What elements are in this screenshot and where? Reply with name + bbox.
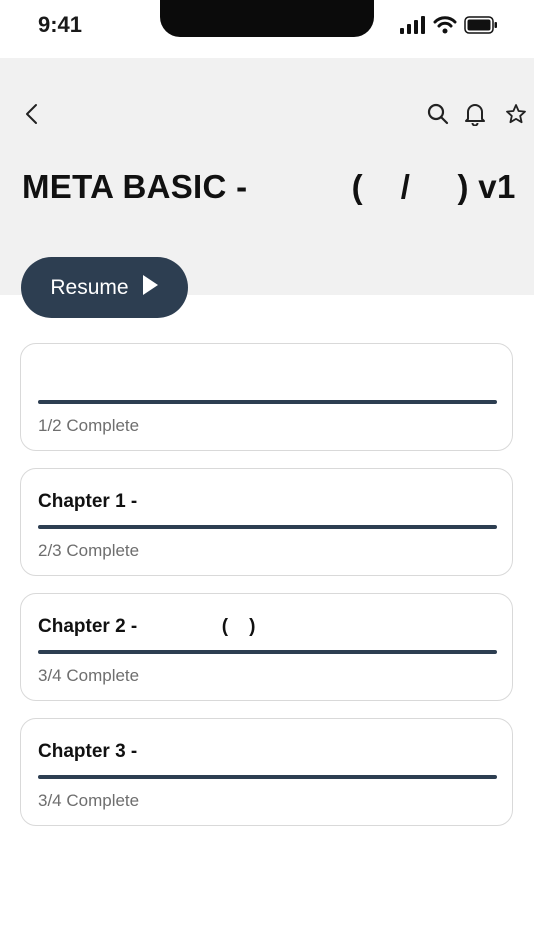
card-status: 2/3 Complete xyxy=(38,541,140,560)
page-title: META BASIC - ( / ) v1 xyxy=(22,168,516,205)
card-status: 3/4 Complete xyxy=(38,666,140,685)
notifications-button[interactable] xyxy=(459,100,491,132)
progress-bar xyxy=(38,400,497,404)
star-icon xyxy=(505,103,527,130)
wifi-icon xyxy=(433,16,457,39)
favorite-button[interactable] xyxy=(500,100,532,132)
notch xyxy=(160,0,374,37)
progress-bar xyxy=(38,775,497,779)
chapter-card-3[interactable]: Chapter 3 - 3/4 Complete xyxy=(20,718,513,826)
card-status: 1/2 Complete xyxy=(38,416,140,435)
play-icon xyxy=(141,274,159,302)
progress-card[interactable]: 1/2 Complete xyxy=(20,343,513,451)
bell-icon xyxy=(464,102,486,131)
chevron-left-icon xyxy=(23,102,41,131)
chapter-card-1[interactable]: Chapter 1 - 2/3 Complete xyxy=(20,468,513,576)
status-icons xyxy=(400,16,498,39)
signal-icon xyxy=(400,16,426,39)
chapter-card-2[interactable]: Chapter 2 - ( ) 3/4 Complete xyxy=(20,593,513,701)
search-button[interactable] xyxy=(422,100,454,132)
battery-icon xyxy=(464,16,498,39)
resume-button-label: Resume xyxy=(50,275,129,299)
card-title: Chapter 3 - xyxy=(38,741,138,762)
card-title: Chapter 1 - xyxy=(38,491,138,512)
progress-bar xyxy=(38,650,497,654)
card-status: 3/4 Complete xyxy=(38,791,140,810)
status-bar: 9:41 xyxy=(0,0,534,58)
back-button[interactable] xyxy=(16,100,48,132)
card-title: Chapter 2 - ( ) xyxy=(38,616,256,637)
search-icon xyxy=(427,103,449,130)
progress-bar xyxy=(38,525,497,529)
resume-button[interactable]: Resume xyxy=(21,257,188,318)
status-time: 9:41 xyxy=(38,12,83,37)
